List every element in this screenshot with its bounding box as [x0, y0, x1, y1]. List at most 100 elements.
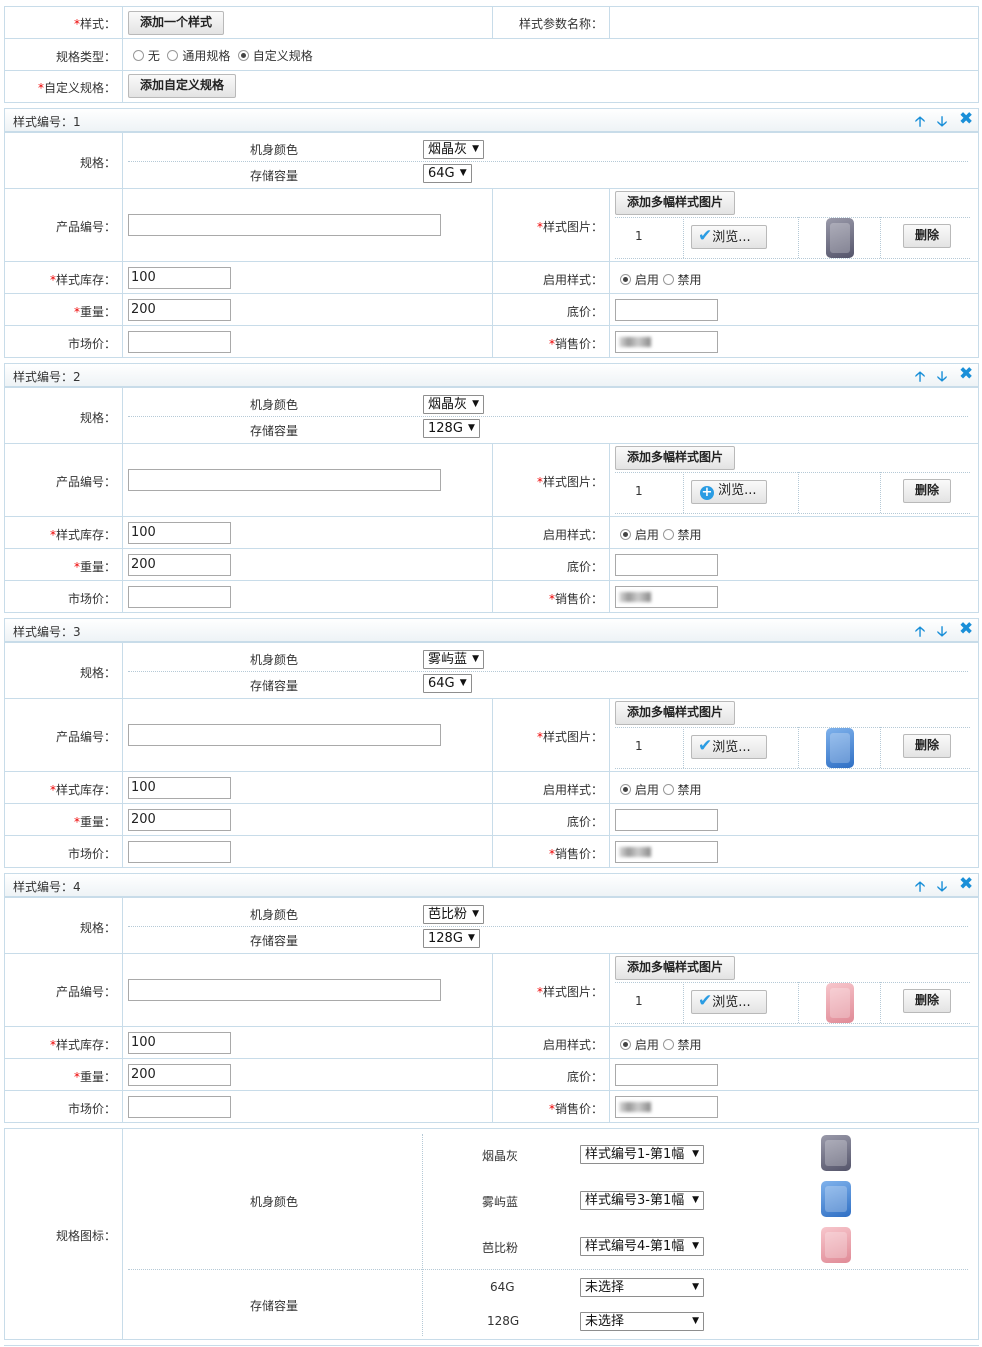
spec-label: 规格： — [79, 921, 116, 935]
floor-price-input[interactable] — [615, 809, 718, 831]
sale-price-label: *销售价： — [548, 1102, 603, 1116]
style-label: *样式： — [73, 17, 116, 31]
radio-disable[interactable] — [662, 529, 674, 540]
add-images-button[interactable]: 添加多幅样式图片 — [615, 701, 736, 725]
market-price-input[interactable] — [128, 586, 231, 608]
add-style-button[interactable]: 添加一个样式 — [128, 11, 225, 35]
floor-price-label: 底价： — [566, 1070, 603, 1084]
phone-thumbnail-pink[interactable] — [826, 983, 854, 1023]
radio-enable[interactable] — [620, 1039, 631, 1050]
icon-color-select[interactable]: 样式编号1-第1幅 ▼ — [580, 1145, 704, 1164]
browse-button[interactable]: + 浏览... — [691, 480, 767, 504]
stock-input[interactable]: 100 — [128, 777, 231, 799]
image-index: 1 — [635, 484, 643, 498]
radio-enable[interactable] — [620, 784, 631, 795]
floor-price-input[interactable] — [615, 1064, 718, 1086]
bottom-divider — [4, 1345, 979, 1346]
phone-thumbnail-blue[interactable] — [826, 728, 854, 768]
storage-select[interactable]: 64G ▼ — [423, 164, 472, 183]
weight-label: *重量： — [73, 815, 116, 829]
radio-enable[interactable] — [620, 274, 631, 285]
radio-enable[interactable] — [620, 529, 631, 540]
market-price-label: 市场价： — [67, 592, 116, 606]
stock-input[interactable]: 100 — [128, 1032, 231, 1054]
close-icon[interactable]: ✖ — [959, 364, 973, 384]
weight-input[interactable]: 200 — [128, 299, 231, 321]
storage-attr-label: 存储容量 — [250, 1299, 299, 1313]
phone-thumbnail-gray[interactable] — [826, 218, 854, 258]
market-price-label: 市场价： — [67, 847, 116, 861]
floor-price-input[interactable] — [615, 299, 718, 321]
check-icon: ✔ — [698, 991, 713, 1011]
enable-radios: 启用 禁用 — [620, 526, 702, 543]
stock-input[interactable]: 100 — [128, 522, 231, 544]
browse-button[interactable]: ✔浏览... — [691, 990, 767, 1014]
market-price-input[interactable] — [128, 841, 231, 863]
color-select[interactable]: 芭比粉 ▼ — [423, 905, 485, 924]
stock-label: *样式库存： — [49, 528, 116, 542]
floor-price-input[interactable] — [615, 554, 718, 576]
product-no-label: 产品编号： — [55, 475, 116, 489]
product-no-input[interactable] — [128, 214, 441, 236]
spec-label: 规格： — [79, 666, 116, 680]
spec-type-radios: 无 通用规格 自定义规格 — [133, 47, 313, 64]
market-price-input[interactable] — [128, 1096, 231, 1118]
delete-button[interactable]: 删除 — [903, 224, 952, 248]
market-price-input[interactable] — [128, 331, 231, 353]
floor-price-label: 底价： — [566, 560, 603, 574]
browse-button[interactable]: ✔浏览... — [691, 735, 767, 759]
weight-input[interactable]: 200 — [128, 554, 231, 576]
delete-button[interactable]: 删除 — [903, 989, 952, 1013]
color-select[interactable]: 烟晶灰 ▼ — [423, 395, 485, 414]
color-select[interactable]: 烟晶灰 ▼ — [423, 140, 485, 159]
sale-price-input[interactable] — [615, 841, 718, 863]
style-no-label: 样式编号：1 — [13, 115, 81, 129]
product-no-label: 产品编号： — [55, 730, 116, 744]
style-image-label: *样式图片： — [536, 730, 603, 744]
add-custom-spec-button[interactable]: 添加自定义规格 — [128, 74, 237, 98]
product-no-input[interactable] — [128, 469, 441, 491]
browse-button[interactable]: ✔浏览... — [691, 225, 767, 249]
radio-none[interactable] — [133, 50, 144, 61]
product-no-input[interactable] — [128, 979, 441, 1001]
storage-select[interactable]: 128G ▼ — [423, 929, 480, 948]
check-icon: ✔ — [698, 226, 713, 246]
icon-storage-select[interactable]: 未选择 ▼ — [580, 1312, 704, 1331]
sale-price-input[interactable] — [615, 1096, 718, 1118]
icon-color-select[interactable]: 样式编号4-第1幅 ▼ — [580, 1237, 704, 1256]
icon-color-select[interactable]: 样式编号3-第1幅 ▼ — [580, 1191, 704, 1210]
weight-input[interactable]: 200 — [128, 809, 231, 831]
sale-price-input[interactable] — [615, 331, 718, 353]
radio-common[interactable] — [167, 50, 179, 61]
radio-disable[interactable] — [662, 1039, 674, 1050]
style-no-label: 样式编号：4 — [13, 880, 81, 894]
close-icon[interactable]: ✖ — [959, 619, 973, 639]
image-index: 1 — [635, 229, 643, 243]
add-images-button[interactable]: 添加多幅样式图片 — [615, 446, 736, 470]
sale-price-input[interactable] — [615, 586, 718, 608]
storage-select[interactable]: 128G ▼ — [423, 419, 480, 438]
storage-select[interactable]: 64G ▼ — [423, 674, 472, 693]
icon-storage-select[interactable]: 未选择 ▼ — [580, 1278, 704, 1297]
weight-label: *重量： — [73, 1070, 116, 1084]
add-images-button[interactable]: 添加多幅样式图片 — [615, 956, 736, 980]
style-image-label: *样式图片： — [536, 220, 603, 234]
delete-button[interactable]: 删除 — [903, 734, 952, 758]
style-header: 样式编号：4 🡡 🡣 ✖ — [4, 873, 979, 897]
color-select[interactable]: 雾屿蓝 ▼ — [423, 650, 485, 669]
close-icon[interactable]: ✖ — [959, 874, 973, 894]
radio-disable[interactable] — [662, 784, 674, 795]
close-icon[interactable]: ✖ — [959, 109, 973, 129]
delete-button[interactable]: 删除 — [903, 479, 952, 503]
radio-custom[interactable] — [237, 50, 249, 61]
weight-input[interactable]: 200 — [128, 1064, 231, 1086]
sale-price-label: *销售价： — [548, 592, 603, 606]
product-no-input[interactable] — [128, 724, 441, 746]
product-no-label: 产品编号： — [55, 985, 116, 999]
color-attr-label: 机身颜色 — [250, 1195, 299, 1209]
radio-disable[interactable] — [662, 274, 674, 285]
floor-price-label: 底价： — [566, 305, 603, 319]
style-no-label: 样式编号：2 — [13, 370, 81, 384]
add-images-button[interactable]: 添加多幅样式图片 — [615, 191, 736, 215]
stock-input[interactable]: 100 — [128, 267, 231, 289]
